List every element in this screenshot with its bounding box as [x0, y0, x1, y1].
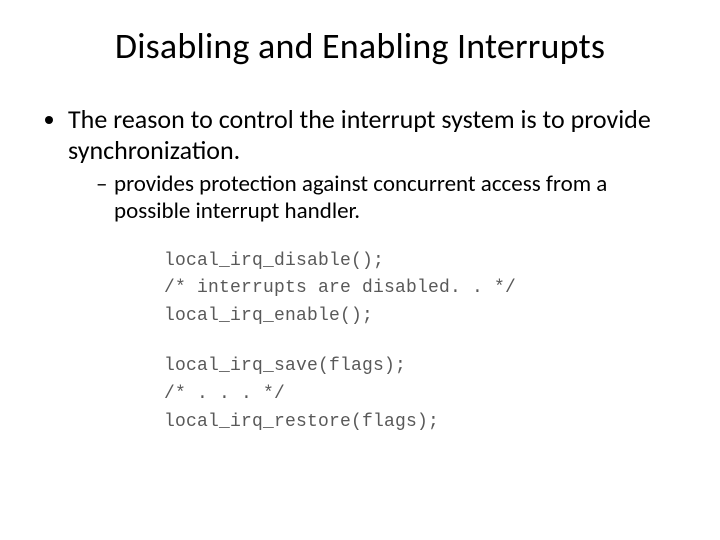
code-line: local_irq_restore(flags);	[164, 409, 680, 437]
bullet-sub: provides protection against concurrent a…	[96, 171, 680, 225]
code-line: /* interrupts are disabled. . */	[164, 275, 680, 303]
bullet-main: The reason to control the interrupt syst…	[68, 104, 680, 226]
bullet-list: The reason to control the interrupt syst…	[40, 104, 680, 226]
sub-list: provides protection against concurrent a…	[68, 171, 680, 225]
code-block: local_irq_disable(); /* interrupts are d…	[164, 248, 680, 437]
slide: Disabling and Enabling Interrupts The re…	[0, 0, 720, 540]
code-line: local_irq_save(flags);	[164, 353, 680, 381]
code-line: /* . . . */	[164, 381, 680, 409]
code-line: local_irq_enable();	[164, 303, 680, 331]
bullet-main-text: The reason to control the interrupt syst…	[68, 103, 651, 166]
code-line: local_irq_disable();	[164, 248, 680, 276]
slide-title: Disabling and Enabling Interrupts	[40, 24, 680, 68]
bullet-sub-text: provides protection against concurrent a…	[114, 170, 607, 225]
